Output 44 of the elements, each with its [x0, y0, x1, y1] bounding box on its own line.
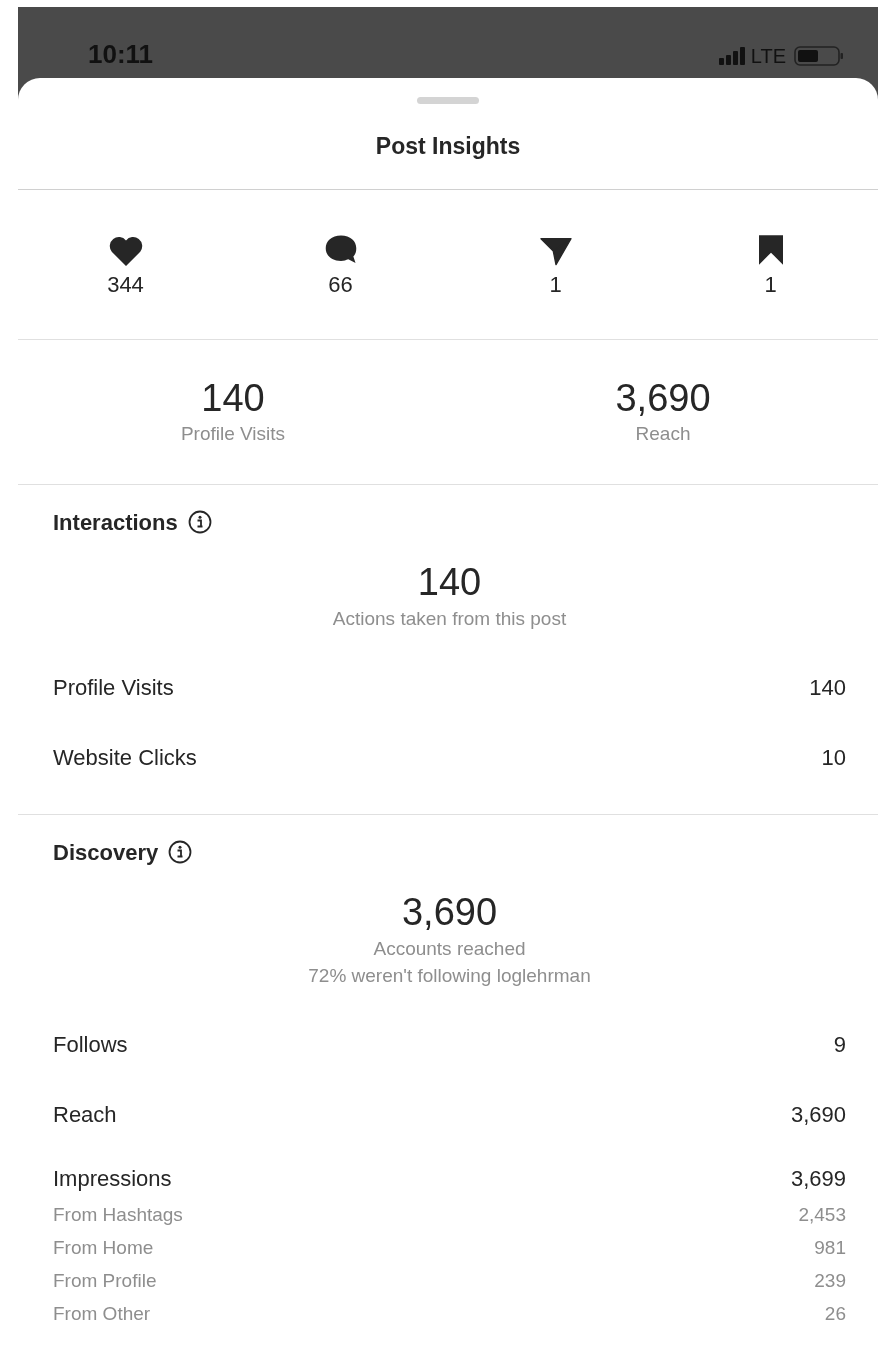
metric-value: 3,690	[790, 1100, 846, 1129]
section-total: 3,690	[401, 890, 498, 935]
metric-value: 10	[821, 743, 846, 772]
metric-label: Follows	[53, 1030, 128, 1059]
section-title: Discovery	[53, 838, 159, 867]
engagement-count: 1	[764, 271, 777, 299]
bookmark-icon	[756, 234, 785, 266]
heart-icon	[107, 236, 144, 266]
summary-label: Profile Visits	[180, 421, 286, 446]
metric-value: 9	[833, 1030, 846, 1059]
summary-value: 140	[201, 375, 265, 420]
info-icon[interactable]	[168, 840, 193, 864]
metric-label: Reach	[53, 1100, 117, 1129]
drag-handle[interactable]	[417, 97, 479, 104]
engagement-count: 1	[549, 271, 562, 299]
paper-plane-icon	[538, 236, 573, 266]
metric-value: 140	[809, 673, 846, 702]
sheet-title: Post Insights	[375, 132, 521, 162]
engagement-count: 344	[107, 271, 144, 299]
metric-value: 3,699	[790, 1165, 846, 1193]
section-caption: Actions taken from this post	[332, 607, 567, 631]
signal-icon	[718, 47, 747, 65]
section-caption: Accounts reached	[373, 937, 526, 961]
metric-label: Website Clicks	[53, 743, 197, 772]
summary-value: 3,690	[615, 375, 711, 420]
metric-label: From Profile	[53, 1269, 157, 1294]
section-title: Interactions	[53, 508, 178, 537]
battery-icon	[794, 45, 844, 67]
info-icon[interactable]	[187, 510, 212, 534]
metric-label: From Other	[53, 1302, 151, 1327]
metric-value: 2,453	[798, 1203, 846, 1228]
section-caption: 72% weren't following loglehrman	[308, 964, 591, 988]
metric-value: 239	[814, 1269, 846, 1294]
metric-label: From Hashtags	[53, 1203, 183, 1228]
metric-label: Impressions	[53, 1165, 172, 1193]
metric-label: From Home	[53, 1236, 154, 1261]
section-total: 140	[417, 560, 482, 605]
summary-label: Reach	[635, 421, 691, 446]
network-label: LTE	[750, 44, 786, 69]
metric-label: Profile Visits	[53, 673, 174, 702]
metric-value: 26	[824, 1302, 846, 1327]
engagement-count: 66	[328, 271, 353, 299]
metric-value: 981	[814, 1236, 846, 1261]
status-time: 10:11	[88, 38, 154, 71]
